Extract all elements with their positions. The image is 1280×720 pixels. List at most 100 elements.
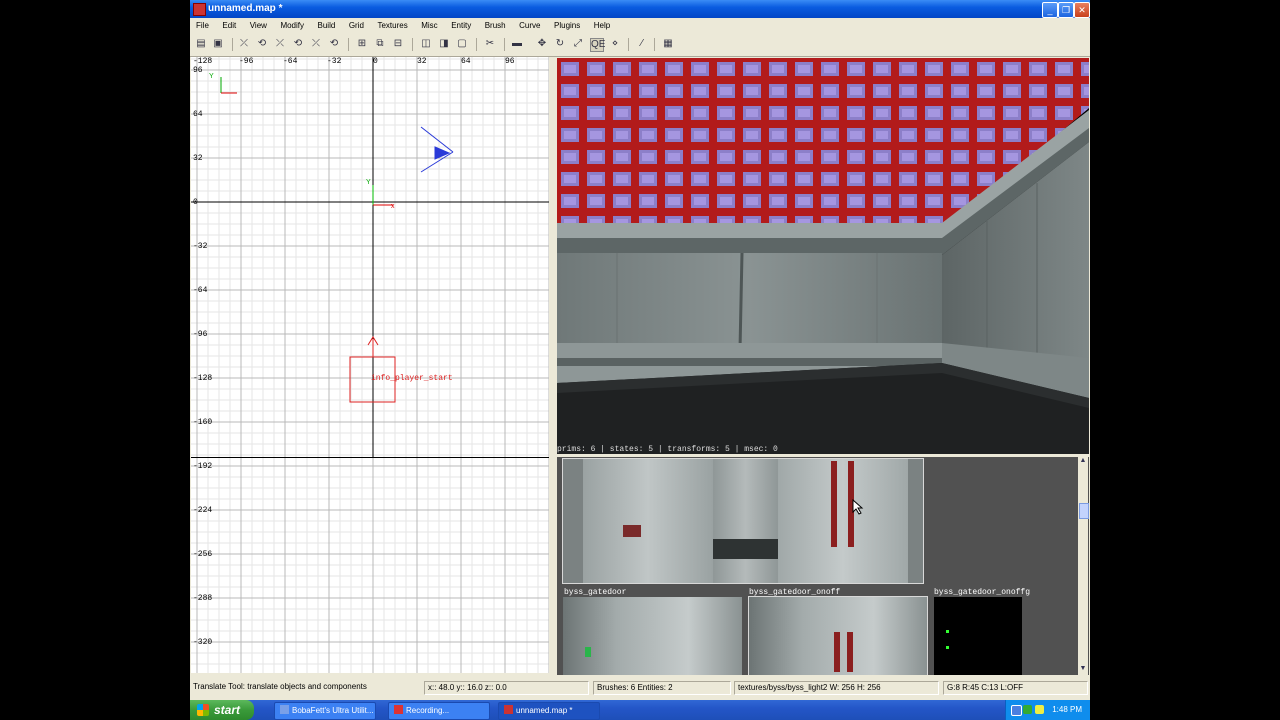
splitter[interactable] [549,57,554,675]
open-icon[interactable]: ▤ [195,38,207,50]
menu-brush[interactable]: Brush [479,18,511,30]
grid-view-xy[interactable]: -128 -96 -64 -32 0 32 64 96 96 64 32 0 -… [191,57,549,457]
windows-logo-icon [197,704,209,716]
menu-file[interactable]: File [190,18,214,30]
status-counts: Brushes: 6 Entities: 2 [593,681,731,695]
status-texture: textures/byss/byss_light2 W: 256 H: 256 [734,681,939,695]
grid-view-lower[interactable]: -192 -224 -256 -288 -320 [191,458,549,673]
select-touching-icon[interactable]: ⧉ [374,38,386,50]
texture-thumb[interactable] [563,597,742,675]
menu-plugins[interactable]: Plugins [548,18,585,30]
security-icon[interactable] [1023,705,1032,714]
grid-x-label: -32 [327,57,342,66]
translate-icon[interactable]: ✥ [536,38,548,50]
select-partial-tall-icon[interactable]: ⊟ [392,38,404,50]
rotate-y-icon[interactable]: ⟲ [292,38,304,50]
csg-merge-icon[interactable]: ◨ [438,38,450,50]
toolbar-separator [232,38,233,51]
texture-label: byss_gatedoor_onoffg [934,588,1031,597]
toolbar: ▤ ▣ ⤫ ⟲ ⤫ ⟲ ⤫ ⟲ ⊞ ⧉ ⊟ ◫ ◨ ▢ ✂ ▬ ✥ ↻ ⤢ QE… [190,34,1090,57]
csg-subtract-icon[interactable]: ◫ [420,38,432,50]
grid-x-label: -64 [283,57,298,66]
texture-thumb-selected[interactable] [562,458,924,584]
menu-textures[interactable]: Textures [371,18,412,30]
toolbar-separator [628,38,629,51]
menu-curve[interactable]: Curve [513,18,545,30]
select-complete-tall-icon[interactable]: ⊞ [356,38,368,50]
camera-position-icon [420,126,454,173]
menu-misc[interactable]: Misc [415,18,442,30]
minimize-button[interactable]: _ [1042,2,1058,18]
menu-grid[interactable]: Grid [343,18,369,30]
grid-y-label: -96 [193,330,208,339]
close-button[interactable]: ✕ [1074,2,1090,18]
menu-build[interactable]: Build [312,18,341,30]
flip-z-icon[interactable]: ⤫ [310,38,322,50]
record-icon [394,705,403,714]
status-hint: Translate Tool: translate objects and co… [193,682,367,691]
scroll-up-icon[interactable]: ▲ [1079,457,1087,465]
status-coords: x:: 48.0 y:: 16.0 z:: 0.0 [424,681,589,695]
taskbar-item-active[interactable]: unnamed.map * [498,702,600,720]
maximize-button[interactable]: ❐ [1058,2,1074,18]
hollow-icon[interactable]: ▢ [456,38,468,50]
grid-y-label: -224 [193,506,213,515]
origin-y-label: Y [366,179,371,186]
origin-x-label: x [391,203,395,210]
taskbar: start BobaFett's Ultra Utilit... Recordi… [190,700,1090,720]
menu-modify[interactable]: Modify [274,18,309,30]
status-bar: Translate Tool: translate objects and co… [190,679,1090,695]
mouse-cursor-icon [852,499,864,515]
taskbar-item-label: unnamed.map * [516,706,573,715]
grid-y-label: -256 [193,550,213,559]
entity-label: info_player_start [371,374,453,383]
taskbar-item-label: BobaFett's Ultra Utilit... [292,706,374,715]
clipper-icon[interactable]: ✂ [484,38,496,50]
rotate-z-icon[interactable]: ⟲ [328,38,340,50]
clock: 1:48 PM [1052,705,1082,714]
grid-lines-lower [191,458,549,673]
toolbar-separator [412,38,413,51]
texture-scrollbar[interactable]: ▲ ▼ [1078,457,1089,675]
network-icon[interactable] [1011,705,1022,716]
start-label: start [214,703,241,717]
lock-icon[interactable]: ▦ [662,38,674,50]
patch-bend-icon[interactable]: ⁄ [636,38,648,50]
texture-thumb[interactable] [748,596,928,675]
grid-lines [191,57,549,457]
taskbar-item[interactable]: BobaFett's Ultra Utilit... [274,702,376,720]
start-button[interactable]: start [190,700,254,720]
vertex-edit-icon[interactable]: ⋄ [609,38,621,50]
flip-y-icon[interactable]: ⤫ [274,38,286,50]
menu-help[interactable]: Help [588,18,615,30]
scroll-down-icon[interactable]: ▼ [1079,665,1087,673]
system-tray: 1:48 PM [1005,700,1090,720]
menu-entity[interactable]: Entity [445,18,476,30]
texture-thumb[interactable] [934,597,1022,675]
flip-x-icon[interactable]: ⤫ [238,38,250,50]
grid-y-label: 32 [193,154,203,163]
menu-view[interactable]: View [244,18,272,30]
volume-icon[interactable] [1035,705,1044,714]
grid-y-label: -64 [193,286,208,295]
scale-icon[interactable]: ⤢ [572,38,584,50]
camera-icon[interactable]: ▬ [511,38,523,50]
rotate-icon[interactable]: ↻ [554,38,566,50]
camera-status: prims: 6 | states: 5 | transforms: 5 | m… [557,445,778,454]
texture-browser[interactable]: byss_gatedoor byss_gatedoor_onoff byss_g… [557,457,1089,675]
grid-x-label: -96 [239,57,254,66]
save-icon[interactable]: ▣ [212,38,224,50]
rotate-x-icon[interactable]: ⟲ [256,38,268,50]
app-icon [504,705,513,714]
toolbar-separator [348,38,349,51]
scrollbar-thumb[interactable] [1079,503,1089,519]
axis-y-indicator: Y [209,73,214,80]
menu-edit[interactable]: Edit [216,18,241,30]
taskbar-item[interactable]: Recording... [388,702,490,720]
grid-x-label: -128 [193,57,213,66]
toolbar-separator [504,38,505,51]
camera-view[interactable]: prims: 6 | states: 5 | transforms: 5 | m… [557,58,1089,454]
menu-bar: File Edit View Modify Build Grid Texture… [190,18,1090,34]
title-bar[interactable]: unnamed.map * _ ❐ ✕ [190,0,1090,18]
qe-drag-icon[interactable]: QE [590,38,605,52]
